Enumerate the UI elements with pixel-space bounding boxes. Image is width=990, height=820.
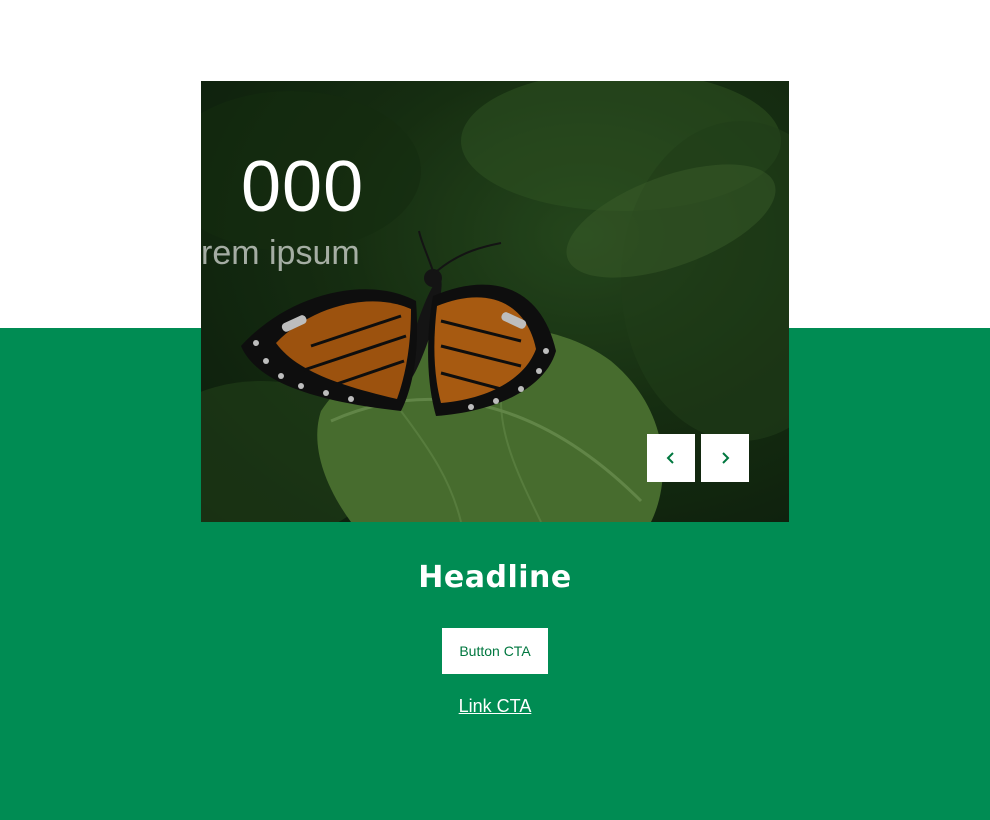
stat-label: rem ipsum [201,234,360,272]
chevron-right-icon [722,452,730,464]
cta-button[interactable]: Button CTA [442,628,548,674]
carousel-next-button[interactable] [701,434,749,482]
chevron-left-icon [666,452,674,464]
headline: Headline [418,560,572,595]
hero-carousel: 000 rem ipsum [201,81,789,522]
carousel-prev-button[interactable] [647,434,695,482]
stat-number: 000 [241,147,365,227]
cta-link[interactable]: Link CTA [0,696,990,717]
